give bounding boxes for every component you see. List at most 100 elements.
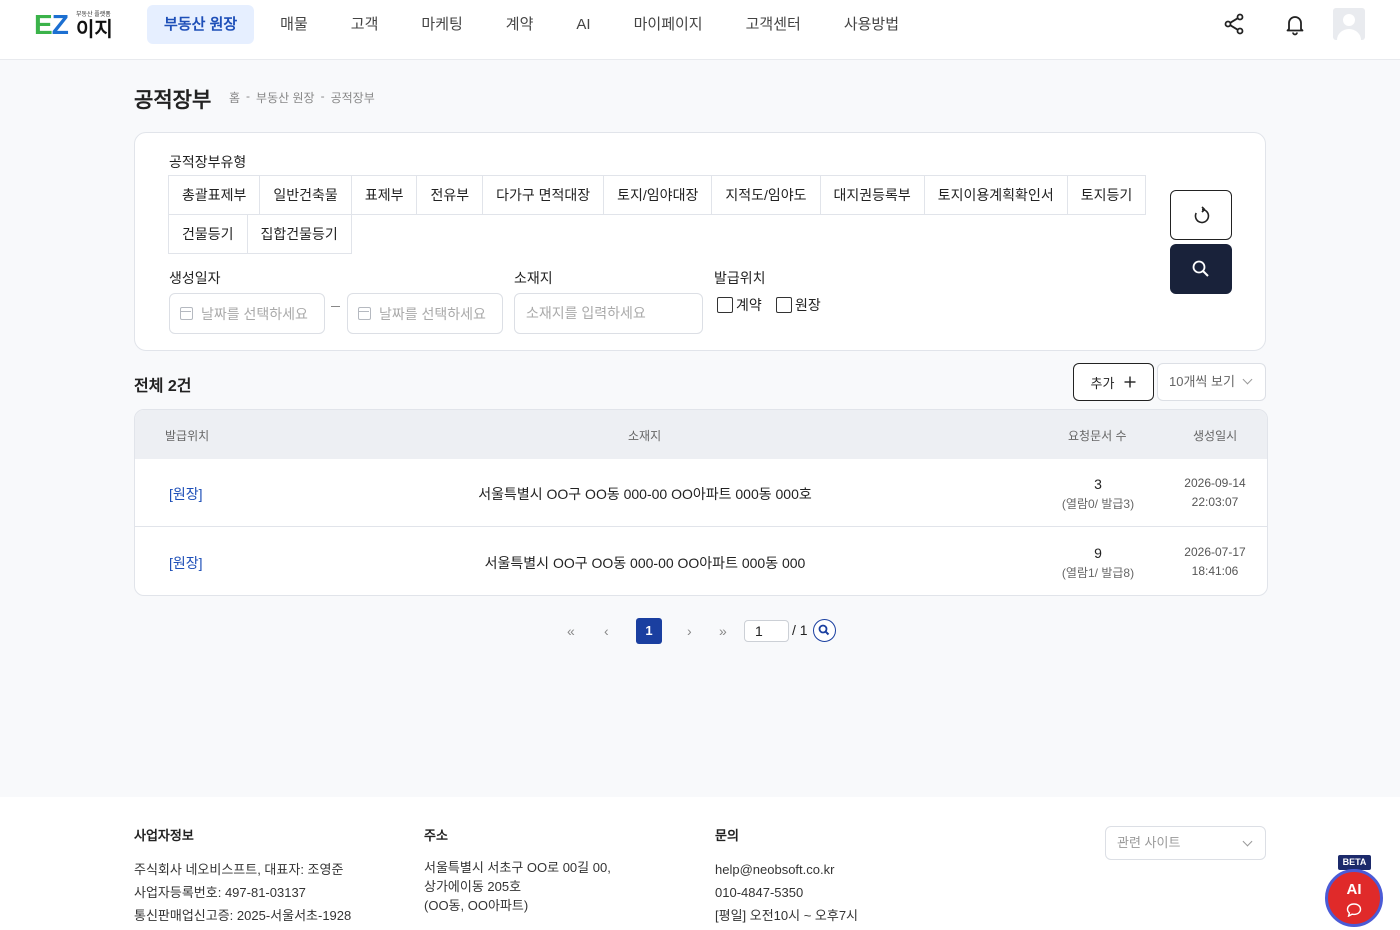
doc-count-detail: (열람1/ 발급8)	[1061, 566, 1135, 580]
footer-business: 사업자정보 주식회사 네오비스프트, 대표자: 조영준 사업자등록번호: 497…	[134, 825, 351, 927]
checkbox[interactable]	[776, 297, 792, 313]
footer-line: (OO동, OO아파트)	[424, 898, 529, 913]
type-chip[interactable]: 일반건축물	[259, 175, 352, 215]
type-chip[interactable]: 건물등기	[168, 214, 248, 254]
first-page-button[interactable]: «	[567, 618, 575, 644]
table-header: 발급위치 소재지 요청문서 수 생성일시	[135, 410, 1267, 459]
footer-contact-head: 문의	[715, 828, 739, 843]
chevron-down-icon	[1242, 836, 1253, 847]
total-count: 전체 2건	[134, 378, 192, 395]
type-chip[interactable]: 토지등기	[1066, 175, 1147, 215]
breadcrumb-home[interactable]: 홈	[229, 89, 240, 106]
type-label: 공적장부유형	[169, 154, 247, 170]
nav-item-listings[interactable]: 매물	[263, 5, 325, 44]
related-sites-label: 관련 사이트	[1117, 835, 1181, 850]
avatar[interactable]	[1333, 8, 1365, 40]
breadcrumb-ledger[interactable]: 부동산 원장	[256, 89, 315, 106]
row-issue-location[interactable]: [원장]	[169, 484, 203, 504]
nav-item-ledger[interactable]: 부동산 원장	[147, 5, 255, 44]
nav-item-ai[interactable]: AI	[559, 5, 607, 44]
footer-phone: 010-4847-5350	[715, 885, 804, 900]
issue-option-ledger[interactable]: 원장	[776, 295, 821, 315]
page-size-select[interactable]: 10개씩 보기	[1157, 363, 1266, 401]
date-label: 생성일자	[169, 270, 221, 286]
logo[interactable]: EZ 부동산 플랫폼 이지	[34, 9, 114, 42]
date-placeholder: 날짜를 선택하세요	[201, 305, 308, 322]
row-date: 2026-09-14	[1184, 476, 1246, 490]
nav-item-marketing[interactable]: 마케팅	[404, 5, 479, 44]
user-icon	[1337, 14, 1361, 40]
page-title: 공적장부	[134, 89, 212, 112]
doc-count-number: 9	[1094, 545, 1102, 561]
issue-label: 발급위치	[714, 270, 766, 286]
footer-contact: 문의 help@neobsoft.co.kr 010-4847-5350 [평일…	[715, 825, 858, 927]
related-sites-select[interactable]: 관련 사이트	[1105, 826, 1266, 860]
ai-chat-button[interactable]: AI	[1325, 869, 1383, 927]
issue-option-contract[interactable]: 계약	[717, 295, 762, 315]
breadcrumb-current: 공적장부	[330, 91, 375, 105]
ai-label: AI	[1346, 881, 1362, 898]
chevron-down-icon	[1242, 374, 1253, 385]
footer-line: 상가에이동 205호	[424, 879, 522, 894]
type-chip[interactable]: 전유부	[416, 175, 484, 215]
type-chip[interactable]: 토지이용계획확인서	[923, 175, 1068, 215]
row-date: 2026-07-17	[1184, 545, 1246, 559]
type-chip[interactable]: 집합건물등기	[246, 214, 352, 254]
bell-icon[interactable]	[1283, 12, 1307, 36]
ledger-table: 발급위치 소재지 요청문서 수 생성일시 [원장] 서울특별시 OO구 OO동 …	[134, 409, 1268, 596]
footer-email[interactable]: help@neobsoft.co.kr	[715, 858, 858, 881]
doc-count-number: 3	[1094, 476, 1102, 492]
share-icon[interactable]	[1222, 12, 1246, 36]
reset-button[interactable]	[1170, 190, 1232, 240]
nav-item-customers[interactable]: 고객	[334, 5, 396, 44]
footer-line: 사업자등록번호: 497-81-03137	[134, 885, 306, 900]
last-page-button[interactable]: »	[719, 618, 727, 644]
type-chip[interactable]: 대지권등록부	[819, 175, 925, 215]
prev-page-button[interactable]: ‹	[604, 618, 609, 644]
checkbox-label: 계약	[736, 297, 762, 313]
location-input[interactable]: 소재지를 입력하세요	[514, 293, 703, 334]
next-page-button[interactable]: ›	[687, 618, 692, 644]
plus-icon	[1124, 376, 1136, 388]
nav-item-contract[interactable]: 계약	[489, 5, 551, 44]
header-created-at: 생성일시	[1193, 429, 1238, 443]
search-icon	[1192, 260, 1209, 277]
table-row[interactable]: [원장] 서울특별시 OO구 OO동 000-00 OO아파트 000동 000…	[135, 528, 1267, 595]
nav-item-support[interactable]: 고객센터	[729, 5, 818, 44]
page-jump-input[interactable]: 1	[744, 620, 789, 642]
type-chip[interactable]: 표제부	[350, 175, 418, 215]
add-button[interactable]: 추가	[1073, 363, 1154, 401]
nav-item-mypage[interactable]: 마이페이지	[617, 5, 720, 44]
date-end-input[interactable]: 날짜를 선택하세요	[347, 293, 503, 334]
date-start-input[interactable]: 날짜를 선택하세요	[169, 293, 325, 334]
breadcrumb-separator: -	[246, 89, 251, 103]
type-chip[interactable]: 다가구 면적대장	[482, 175, 605, 215]
location-label: 소재지	[514, 270, 553, 286]
footer-address-head: 주소	[424, 828, 448, 843]
main-nav: 부동산 원장 매물 고객 마케팅 계약 AI 마이페이지 고객센터 사용방법	[147, 5, 925, 44]
search-button[interactable]	[1170, 244, 1232, 294]
type-chip[interactable]: 지적도/임야도	[711, 175, 821, 215]
row-issue-location[interactable]: [원장]	[169, 553, 203, 573]
row-address: 서울특별시 OO구 OO동 000-00 OO아파트 000동 000호	[478, 486, 812, 502]
footer: 사업자정보 주식회사 네오비스프트, 대표자: 조영준 사업자등록번호: 497…	[0, 797, 1400, 930]
page-jump-button[interactable]	[813, 619, 836, 642]
header-issue-location: 발급위치	[165, 429, 210, 443]
table-row[interactable]: [원장] 서울특별시 OO구 OO동 000-00 OO아파트 000동 000…	[135, 459, 1267, 527]
page-number-current[interactable]: 1	[636, 618, 662, 644]
beta-badge: BETA	[1338, 855, 1371, 870]
row-time: 18:41:06	[1191, 564, 1239, 578]
row-doc-count: 9 (열람1/ 발급8)	[1038, 544, 1158, 584]
logo-ez: EZ	[34, 9, 69, 40]
type-chips-row1: 총괄표제부 일반건축물 표제부 전유부 다가구 면적대장 토지/임야대장 지적도…	[168, 175, 1147, 215]
refresh-icon	[1194, 206, 1210, 224]
checkbox[interactable]	[717, 297, 733, 313]
footer-line: 통신판매업신고증: 2025-서울서초-1928	[134, 908, 352, 923]
footer-line: 서울특별시 서초구 OO로 00길 00,	[424, 860, 611, 875]
type-chip[interactable]: 토지/임야대장	[603, 175, 713, 215]
header-doc-count: 요청문서 수	[1068, 429, 1127, 443]
date-range-dash	[331, 306, 340, 307]
type-chip[interactable]: 총괄표제부	[168, 175, 261, 215]
nav-item-howto[interactable]: 사용방법	[827, 5, 916, 44]
top-header: EZ 부동산 플랫폼 이지 부동산 원장 매물 고객 마케팅 계약 AI 마이페…	[0, 0, 1400, 60]
